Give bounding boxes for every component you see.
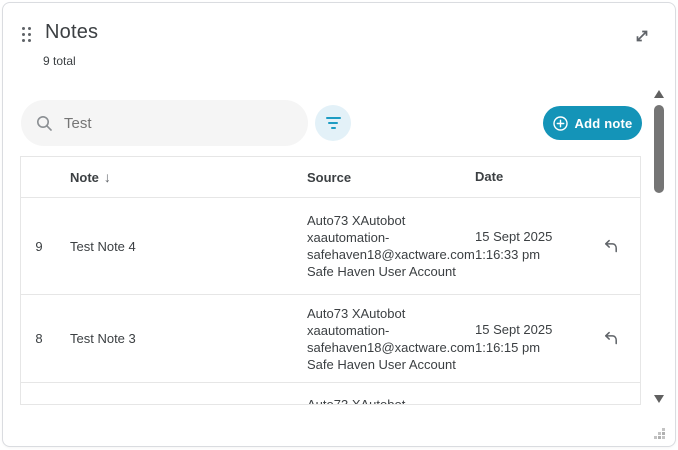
row-number: 9: [21, 239, 57, 254]
note-date: 15 Sept 2025 1:16:15 pm: [475, 321, 581, 357]
plus-circle-icon: [553, 116, 568, 131]
filter-button[interactable]: [315, 105, 351, 141]
search-icon: [36, 115, 53, 132]
drag-handle-icon[interactable]: [22, 27, 35, 45]
table-row[interactable]: 8 Test Note 3 Auto73 XAutobot xaautomati…: [21, 295, 640, 383]
column-header-note[interactable]: Note ↓: [57, 169, 307, 185]
reply-button[interactable]: [596, 324, 626, 354]
triangle-up-icon[interactable]: [654, 90, 664, 98]
reply-icon: [601, 329, 620, 348]
add-note-button[interactable]: Add note: [543, 106, 642, 140]
note-source: Auto73 XAutobot xaautomation- safehaven1…: [307, 305, 475, 373]
filter-lines-icon: [326, 117, 341, 130]
triangle-down-icon[interactable]: [654, 395, 664, 403]
scrollbar-thumb[interactable]: [654, 105, 664, 193]
column-header-date[interactable]: Date: [475, 168, 581, 186]
vertical-scrollbar[interactable]: [652, 87, 666, 407]
column-header-source[interactable]: Source: [307, 169, 475, 186]
note-title: Test Note 3: [57, 331, 307, 346]
expand-button[interactable]: [631, 25, 653, 47]
notes-count: 9 total: [43, 54, 76, 68]
expand-diagonal-icon: [634, 28, 650, 44]
search-input[interactable]: [64, 115, 294, 132]
note-title: Test Note 4: [57, 239, 307, 254]
arrow-down-icon: ↓: [104, 169, 111, 185]
table-row[interactable]: 9 Test Note 4 Auto73 XAutobot xaautomati…: [21, 198, 640, 295]
reply-icon: [601, 237, 620, 256]
notes-table: Note ↓ Source Date 9 Test Note 4 Auto73 …: [20, 156, 641, 405]
add-note-label: Add note: [575, 116, 633, 131]
note-source: Auto73 XAutobot: [307, 383, 475, 405]
search-box[interactable]: [21, 100, 308, 146]
table-header-row: Note ↓ Source Date: [21, 157, 640, 198]
note-date: 15 Sept 2025 1:16:33 pm: [475, 228, 581, 264]
page-title: Notes: [45, 21, 98, 44]
table-row-partial[interactable]: Auto73 XAutobot: [21, 383, 640, 405]
notes-widget-card: Notes 9 total Add note Note: [2, 2, 676, 447]
resize-grip-icon[interactable]: [654, 428, 666, 440]
reply-button[interactable]: [596, 231, 626, 261]
row-number: 8: [21, 331, 57, 346]
note-source: Auto73 XAutobot xaautomation- safehaven1…: [307, 212, 475, 280]
